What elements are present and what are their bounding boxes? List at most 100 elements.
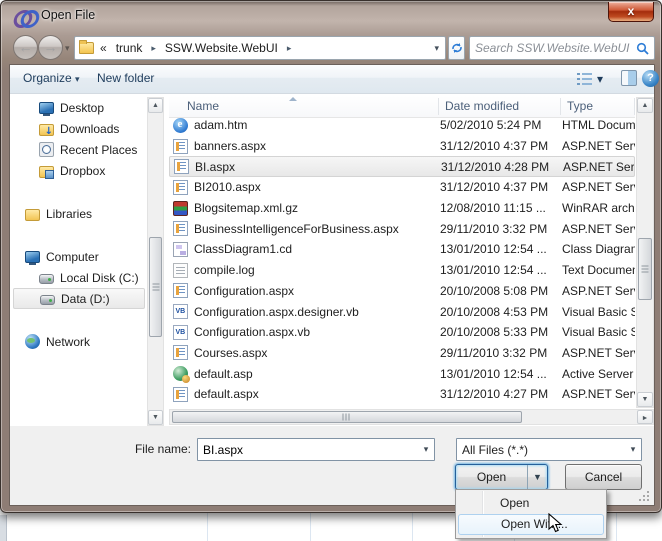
file-name-input[interactable]	[198, 443, 418, 457]
file-type: Text Documen	[562, 263, 635, 277]
file-list-vertical-scrollbar[interactable]: ▲ ▼	[636, 97, 654, 408]
open-dropdown-icon[interactable]: ▼	[528, 465, 547, 489]
recent-places-icon	[39, 142, 54, 157]
file-row[interactable]: Configuration.aspx.designer.vb 20/10/200…	[169, 301, 635, 322]
new-folder-button[interactable]: New folder	[97, 71, 154, 85]
file-icon	[173, 139, 188, 154]
column-header-date-modified[interactable]: Date modified	[439, 96, 561, 117]
file-row[interactable]: default.asp 13/01/2010 12:54 ... Active …	[169, 363, 635, 384]
scroll-right-icon[interactable]: ►	[637, 410, 653, 424]
sidebar-item-downloads[interactable]: Downloads	[13, 118, 145, 139]
title-bar[interactable]: Open File	[1, 1, 661, 31]
file-row[interactable]: adam.htm 5/02/2010 5:24 PM HTML Docum	[169, 115, 635, 136]
sidebar-item-desktop[interactable]: Desktop	[13, 97, 145, 118]
file-list-horizontal-scrollbar[interactable]: ►	[169, 409, 654, 425]
sidebar-item-data-d[interactable]: Data (D:)	[13, 288, 145, 309]
cancel-button[interactable]: Cancel	[565, 464, 642, 490]
visual-studio-logo-icon	[14, 10, 34, 23]
disk-drive-icon	[40, 295, 55, 305]
file-date: 12/08/2010 11:15 ...	[440, 201, 562, 215]
sidebar-item-libraries[interactable]: Libraries	[13, 203, 145, 224]
file-row[interactable]: ClassDiagram1.cd 13/01/2010 12:54 ... Cl…	[169, 239, 635, 260]
file-date: 31/12/2010 4:37 PM	[440, 139, 562, 153]
preview-pane-button[interactable]	[621, 70, 637, 86]
breadcrumb-item-webui[interactable]: SSW.Website.WebUI	[162, 37, 281, 59]
address-bar[interactable]: « trunk ▸ SSW.Website.WebUI ▸ ▾	[74, 36, 446, 60]
file-name: ClassDiagram1.cd	[194, 242, 440, 256]
breadcrumb-item-trunk[interactable]: trunk	[113, 37, 146, 59]
address-dropdown-icon[interactable]: ▾	[434, 43, 441, 54]
sidebar-item-recent-places[interactable]: Recent Places	[13, 139, 145, 160]
file-type: ASP.NET Serv	[562, 284, 635, 298]
file-row-selected[interactable]: BI.aspx 31/12/2010 4:28 PM ASP.NET Serv	[169, 156, 635, 177]
help-button[interactable]: ?	[642, 70, 659, 87]
background-gridline	[616, 513, 617, 541]
forward-button[interactable]: →	[38, 35, 63, 60]
combo-dropdown-icon[interactable]: ▾	[625, 444, 641, 455]
sidebar-scrollbar[interactable]: ▲ ▼	[147, 97, 164, 426]
thumb-grip-icon	[642, 266, 649, 273]
scroll-up-icon[interactable]: ▲	[148, 98, 163, 113]
scroll-down-icon[interactable]: ▼	[148, 410, 163, 425]
file-row[interactable]: default.aspx 31/12/2010 4:27 PM ASP.NET …	[169, 384, 635, 405]
organize-label: Organize	[23, 71, 72, 85]
change-view-button[interactable]: ▾	[577, 70, 615, 88]
file-name-combobox[interactable]: ▾	[197, 438, 435, 461]
scrollbar-thumb[interactable]	[638, 238, 652, 300]
scroll-down-icon[interactable]: ▼	[637, 392, 653, 407]
refresh-button[interactable]	[448, 36, 465, 60]
file-row[interactable]: BusinessIntelligenceForBusiness.aspx 29/…	[169, 218, 635, 239]
sidebar-item-dropbox[interactable]: Dropbox	[13, 160, 145, 181]
close-button[interactable]: x	[608, 2, 654, 22]
column-header-name[interactable]: Name	[169, 96, 439, 117]
menu-item-open[interactable]: Open	[456, 492, 606, 514]
open-file-dialog: Open File x ← → ▾ « trunk ▸ SSW.Website.…	[0, 0, 662, 513]
scrollbar-thumb[interactable]	[172, 411, 522, 423]
scroll-up-icon[interactable]: ▲	[637, 98, 653, 113]
sidebar-item-label: Dropbox	[60, 164, 105, 178]
menu-item-open-with[interactable]: Open With...	[458, 514, 604, 535]
file-row[interactable]: Configuration.aspx.vb 20/10/2008 5:33 PM…	[169, 322, 635, 343]
column-header-type[interactable]: Type	[561, 96, 635, 117]
file-row[interactable]: Courses.aspx 29/11/2010 3:32 PM ASP.NET …	[169, 343, 635, 364]
open-button[interactable]: Open	[456, 465, 528, 489]
search-box[interactable]	[469, 36, 655, 60]
combo-dropdown-icon[interactable]: ▾	[418, 444, 434, 455]
file-name: Configuration.aspx.vb	[194, 325, 440, 339]
recent-pages-dropdown[interactable]: ▾	[65, 43, 70, 54]
file-date: 13/01/2010 12:54 ...	[440, 367, 562, 381]
breadcrumb-overflow-chevron[interactable]: «	[98, 41, 109, 55]
file-name: BI.aspx	[195, 160, 441, 174]
sidebar-item-label: Desktop	[60, 101, 104, 115]
background-row-header	[0, 515, 7, 541]
search-icon	[636, 42, 649, 55]
file-rows: adam.htm 5/02/2010 5:24 PM HTML Docum ba…	[169, 115, 635, 405]
column-divider[interactable]	[634, 98, 635, 115]
breadcrumb-separator-icon: ▸	[285, 43, 294, 54]
file-type: ASP.NET Serv	[562, 139, 635, 153]
forward-arrow-icon: →	[44, 39, 58, 55]
file-date: 13/01/2010 12:54 ...	[440, 242, 562, 256]
window-title: Open File	[41, 8, 95, 22]
file-name: Configuration.aspx	[194, 284, 440, 298]
organize-button[interactable]: Organize ▾	[23, 71, 80, 85]
file-type: ASP.NET Serv	[562, 387, 635, 401]
resize-grip[interactable]	[635, 489, 651, 503]
back-button[interactable]: ←	[13, 35, 38, 60]
file-row[interactable]: Blogsitemap.xml.gz 12/08/2010 11:15 ... …	[169, 198, 635, 219]
mouse-cursor	[548, 513, 563, 537]
sidebar-item-computer[interactable]: Computer	[13, 246, 145, 267]
file-row[interactable]: banners.aspx 31/12/2010 4:37 PM ASP.NET …	[169, 136, 635, 157]
file-name: Configuration.aspx.designer.vb	[194, 305, 440, 319]
search-input[interactable]	[475, 41, 636, 55]
file-row[interactable]: Configuration.aspx 20/10/2008 5:08 PM AS…	[169, 281, 635, 302]
file-type-combobox[interactable]: All Files (*.*) ▾	[456, 438, 642, 461]
file-row[interactable]: BI2010.aspx 31/12/2010 4:37 PM ASP.NET S…	[169, 177, 635, 198]
background-gridline	[412, 513, 413, 541]
scrollbar-thumb[interactable]	[149, 237, 162, 337]
file-row[interactable]: compile.log 13/01/2010 12:54 ... Text Do…	[169, 260, 635, 281]
file-icon	[173, 304, 188, 319]
sidebar-item-network[interactable]: Network	[13, 331, 145, 352]
file-date: 29/11/2010 3:32 PM	[440, 222, 562, 236]
sidebar-item-local-disk-c[interactable]: Local Disk (C:)	[13, 267, 145, 288]
